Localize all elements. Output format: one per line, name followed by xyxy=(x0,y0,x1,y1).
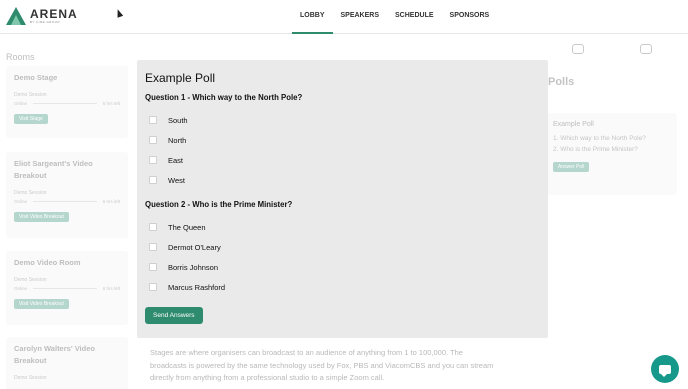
poll-card-question: 2. Who is the Prime Minister? xyxy=(553,146,638,153)
chat-bubble-icon xyxy=(659,364,671,377)
checkbox-icon[interactable] xyxy=(149,283,157,291)
checkbox-icon[interactable] xyxy=(149,223,157,231)
chat-launcher-button[interactable] xyxy=(651,355,679,383)
option-east[interactable]: East xyxy=(145,150,540,170)
option-label: East xyxy=(168,155,184,165)
room-session: Demo Session xyxy=(14,190,47,196)
option-north[interactable]: North xyxy=(145,130,540,150)
option-label: South xyxy=(168,115,188,125)
option-label: Dermot O'Leary xyxy=(168,242,221,252)
option-south[interactable]: South xyxy=(145,110,540,130)
checkbox-icon[interactable] xyxy=(149,116,157,124)
room-progress-bar xyxy=(33,201,97,202)
main-nav: LOBBY SPEAKERS SCHEDULE SPONSORS xyxy=(292,0,497,34)
room-card-eliot-breakout[interactable]: Eliot Sargeant's Video Breakout Demo Ses… xyxy=(6,152,128,238)
room-name: Carolyn Walters' Video Breakout xyxy=(14,344,95,365)
mouse-cursor-icon xyxy=(114,8,124,18)
broadcast-icon[interactable] xyxy=(572,44,584,54)
answer-poll-button[interactable]: Answer Poll xyxy=(553,162,590,172)
checkbox-icon[interactable] xyxy=(149,243,157,251)
room-status: Online 6 hrs left xyxy=(14,199,120,204)
checkbox-icon[interactable] xyxy=(149,136,157,144)
poll-card-question: 1. Which way to the North Pole? xyxy=(553,135,646,142)
arena-logo[interactable]: ARENA BY FIRE GROUP xyxy=(6,7,78,25)
room-name: Demo Video Room xyxy=(14,258,81,267)
option-label: North xyxy=(168,135,187,145)
option-label: The Queen xyxy=(168,222,206,232)
polls-heading: Polls xyxy=(548,76,575,88)
option-label: Borris Johnson xyxy=(168,262,219,272)
room-card-demo-video-room[interactable]: Demo Video Room Demo Session Online 6 hr… xyxy=(6,251,128,325)
room-progress-bar xyxy=(33,103,97,104)
brand-name: ARENA xyxy=(30,7,78,21)
room-name: Demo Stage xyxy=(14,73,58,82)
room-session: Demo Session xyxy=(14,375,47,381)
room-status-label: Online xyxy=(14,286,28,291)
checkbox-icon[interactable] xyxy=(149,156,157,164)
rooms-heading: Rooms xyxy=(6,52,35,62)
option-marcus-rashford[interactable]: Marcus Rashford xyxy=(145,277,540,297)
room-session: Demo Session xyxy=(14,277,47,283)
nav-speakers[interactable]: SPEAKERS xyxy=(333,0,388,34)
checkbox-icon[interactable] xyxy=(149,176,157,184)
room-card-demo-stage[interactable]: Demo Stage Demo Session Online 6 hrs lef… xyxy=(6,66,128,138)
option-borris-johnson[interactable]: Borris Johnson xyxy=(145,257,540,277)
room-status-label: Online xyxy=(14,199,28,204)
poll-card-title: Example Poll xyxy=(553,121,594,128)
room-status: Online 6 hrs left xyxy=(14,286,120,291)
option-label: Marcus Rashford xyxy=(168,282,226,292)
room-card-carolyn-breakout[interactable]: Carolyn Walters' Video Breakout Demo Ses… xyxy=(6,337,128,389)
room-time-left: 6 hrs left xyxy=(102,199,120,204)
visit-video-breakout-button[interactable]: Visit Video Breakout xyxy=(14,212,69,222)
option-dermot-oleary[interactable]: Dermot O'Leary xyxy=(145,237,540,257)
visit-video-breakout-button[interactable]: Visit Video Breakout xyxy=(14,299,69,309)
question-2-options: The Queen Dermot O'Leary Borris Johnson … xyxy=(145,217,540,297)
nav-schedule[interactable]: SCHEDULE xyxy=(387,0,442,34)
room-status: Online 6 hrs left xyxy=(14,101,120,106)
arena-logo-icon xyxy=(6,7,26,25)
room-session: Demo Session xyxy=(14,92,47,98)
poll-card[interactable]: Example Poll 1. Which way to the North P… xyxy=(545,113,677,195)
poll-edit-icon[interactable] xyxy=(640,44,652,54)
checkbox-icon[interactable] xyxy=(149,263,157,271)
room-status-label: Online xyxy=(14,101,28,106)
poll-title: Example Poll xyxy=(145,71,216,85)
send-answers-button[interactable]: Send Answers xyxy=(145,307,203,324)
option-west[interactable]: West xyxy=(145,170,540,190)
question-2: Question 2 - Who is the Prime Minister? xyxy=(145,200,293,209)
option-the-queen[interactable]: The Queen xyxy=(145,217,540,237)
room-time-left: 6 hrs left xyxy=(102,101,120,106)
room-name: Eliot Sargeant's Video Breakout xyxy=(14,159,93,180)
room-time-left: 6 hrs left xyxy=(102,286,120,291)
visit-stage-button[interactable]: Visit Stage xyxy=(14,114,48,124)
top-navigation-bar: ARENA BY FIRE GROUP LOBBY SPEAKERS SCHED… xyxy=(0,0,688,34)
room-progress-bar xyxy=(33,288,97,289)
option-label: West xyxy=(168,175,185,185)
question-1: Question 1 - Which way to the North Pole… xyxy=(145,93,303,102)
poll-modal: Example Poll Question 1 - Which way to t… xyxy=(137,60,548,338)
nav-sponsors[interactable]: SPONSORS xyxy=(442,0,498,34)
nav-lobby[interactable]: LOBBY xyxy=(292,0,333,34)
question-1-options: South North East West xyxy=(145,110,540,190)
stage-description: Stages are where organisers can broadcas… xyxy=(150,348,494,382)
